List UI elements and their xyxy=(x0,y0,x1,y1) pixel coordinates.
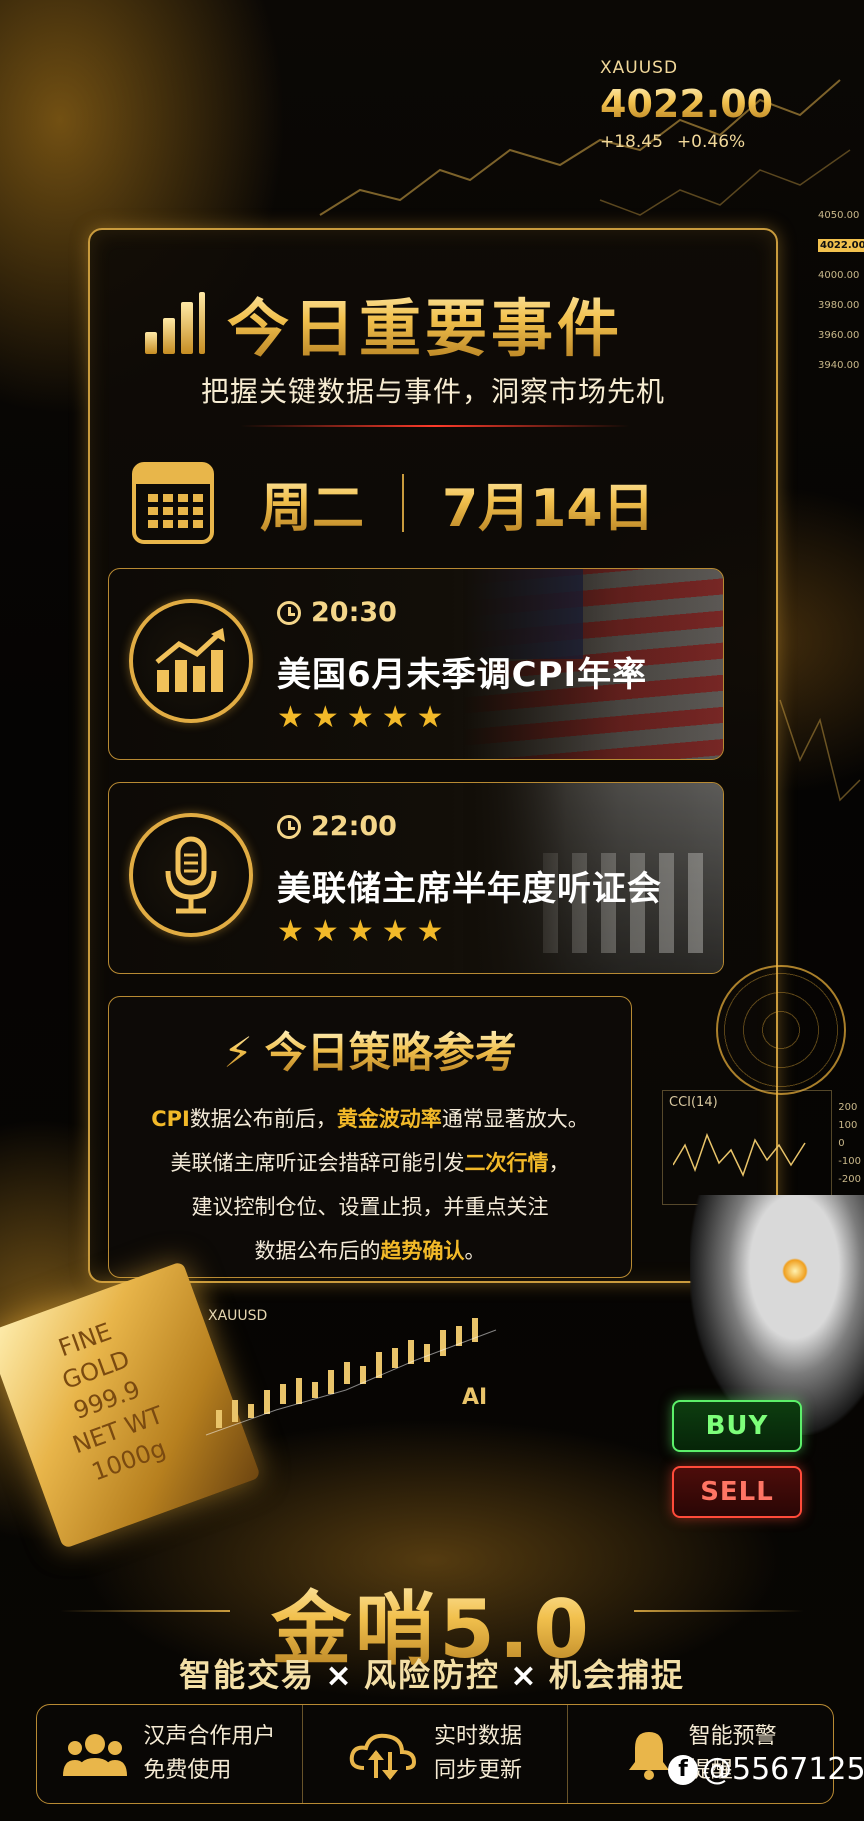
star-icon: ★ xyxy=(381,700,409,735)
event-time-value: 20:30 xyxy=(311,597,397,628)
weekday: 周二 xyxy=(260,466,364,541)
watermark: f @5567125 xyxy=(668,1752,864,1787)
lightning-icon: ⚡ xyxy=(223,1028,253,1077)
strategy-title: ⚡ 今日策略参考 xyxy=(223,1028,517,1077)
microphone-icon xyxy=(129,813,253,937)
event-time: 20:30 xyxy=(277,597,397,628)
ai-robot-image xyxy=(690,1195,864,1435)
feature-free-use: 汉声合作用户 免费使用 xyxy=(37,1705,302,1803)
event-time: 22:00 xyxy=(277,811,397,842)
star-icon: ★ xyxy=(346,700,374,735)
event-title: 美联储主席半年度听证会 xyxy=(277,869,662,909)
star-icon: ★ xyxy=(346,914,374,949)
cci-indicator: CCI(14) 200 100 0 -100 -200 xyxy=(662,1090,861,1205)
strategy-text: CPI数据公布前后，黄金波动率通常显著放大。 美联储主席听证会措辞可能引发二次行… xyxy=(109,1097,631,1273)
cloud-sync-icon xyxy=(349,1733,417,1780)
event-card-cpi[interactable]: 20:30 美国6月未季调CPI年率 ★ ★ ★ ★ ★ xyxy=(108,568,724,760)
star-icon: ★ xyxy=(416,914,444,949)
tagline-item: 智能交易 xyxy=(179,1656,316,1694)
ai-label: AI xyxy=(462,1385,488,1410)
clock-icon xyxy=(277,814,301,839)
date-row: 周二 7月14日 xyxy=(132,462,655,544)
header: 今日重要事件 xyxy=(145,278,623,368)
ticker-change-value: +18.45 xyxy=(600,132,663,152)
price-axis-label: 3980.00 xyxy=(818,300,860,311)
ticker-symbol: XAUUSD xyxy=(600,58,679,78)
buy-button[interactable]: BUY xyxy=(672,1400,802,1452)
star-icon: ★ xyxy=(277,700,304,735)
strategy-line: 建议控制仓位、设置止损，并重点关注 xyxy=(191,1195,549,1219)
growth-chart-icon xyxy=(129,599,253,723)
ticker-price: 4022.00 xyxy=(600,82,840,126)
event-time-value: 22:00 xyxy=(311,811,397,842)
ticker-change: +18.45 +0.46% xyxy=(600,132,840,152)
feature-realtime-data: 实时数据 同步更新 xyxy=(301,1705,568,1803)
sell-button[interactable]: SELL xyxy=(672,1466,802,1518)
importance-stars: ★ ★ ★ ★ ★ xyxy=(277,703,444,733)
star-icon: ★ xyxy=(311,914,339,949)
event-card-fed-hearing[interactable]: 22:00 美联储主席半年度听证会 ★ ★ ★ ★ ★ xyxy=(108,782,724,974)
strategy-line: 美联储主席听证会措辞可能引发二次行情， xyxy=(170,1151,570,1175)
ticker-widget: XAUUSD 4022.00 +18.45 +0.46% xyxy=(600,58,840,152)
price-axis: 4050.00 4022.00 4000.00 3980.00 3960.00 … xyxy=(818,210,864,390)
page-title: 今日重要事件 xyxy=(227,278,623,368)
cci-label: CCI(14) xyxy=(669,1095,718,1110)
cci-line xyxy=(673,1132,806,1177)
importance-stars: ★ ★ ★ ★ ★ xyxy=(277,917,444,947)
date-separator xyxy=(402,474,405,532)
page-subtitle: 把握关键数据与事件，洞察市场先机 xyxy=(200,375,665,408)
divider-glow xyxy=(240,425,630,427)
star-icon: ★ xyxy=(311,700,339,735)
price-axis-label: 3960.00 xyxy=(818,330,860,341)
strategy-line: CPI数据公布前后，黄金波动率通常显著放大。 xyxy=(151,1107,589,1131)
robot-eye-glow xyxy=(782,1258,808,1284)
brand-tagline: 智能交易 × 风险防控 × 机会捕捉 xyxy=(179,1656,685,1694)
price-axis-label: 3940.00 xyxy=(818,360,860,371)
price-axis-label-current: 4022.00 xyxy=(818,239,864,270)
strategy-card: ⚡ 今日策略参考 CPI数据公布前后，黄金波动率通常显著放大。 美联储主席听证会措… xyxy=(108,996,632,1278)
event-date: 7月14日 xyxy=(442,466,655,541)
bar-chart-icon xyxy=(145,292,205,354)
price-axis-label: 4000.00 xyxy=(818,270,860,281)
tagline-item: 风险防控 xyxy=(363,1656,500,1694)
star-icon: ★ xyxy=(416,700,444,735)
calendar-icon xyxy=(132,462,214,544)
platform-logo-icon: f xyxy=(668,1754,698,1785)
radar-graphic xyxy=(716,965,846,1095)
ticker-change-pct: +0.46% xyxy=(676,132,746,152)
cci-axis: 200 100 0 -100 -200 xyxy=(838,1102,861,1185)
star-icon: ★ xyxy=(381,914,409,949)
users-icon xyxy=(63,1734,128,1776)
tagline-item: 机会捕捉 xyxy=(548,1656,685,1694)
strategy-line: 数据公布后的趋势确认。 xyxy=(254,1239,486,1263)
clock-icon xyxy=(277,600,301,625)
star-icon: ★ xyxy=(277,914,304,949)
event-title: 美国6月未季调CPI年率 xyxy=(277,655,648,695)
watermark-text: @5567125 xyxy=(702,1752,864,1787)
chart-symbol: XAUUSD xyxy=(208,1308,268,1324)
bell-icon xyxy=(628,1732,669,1780)
price-axis-label: 4050.00 xyxy=(818,210,860,221)
candlestick-chart: XAUUSD xyxy=(196,1300,506,1450)
